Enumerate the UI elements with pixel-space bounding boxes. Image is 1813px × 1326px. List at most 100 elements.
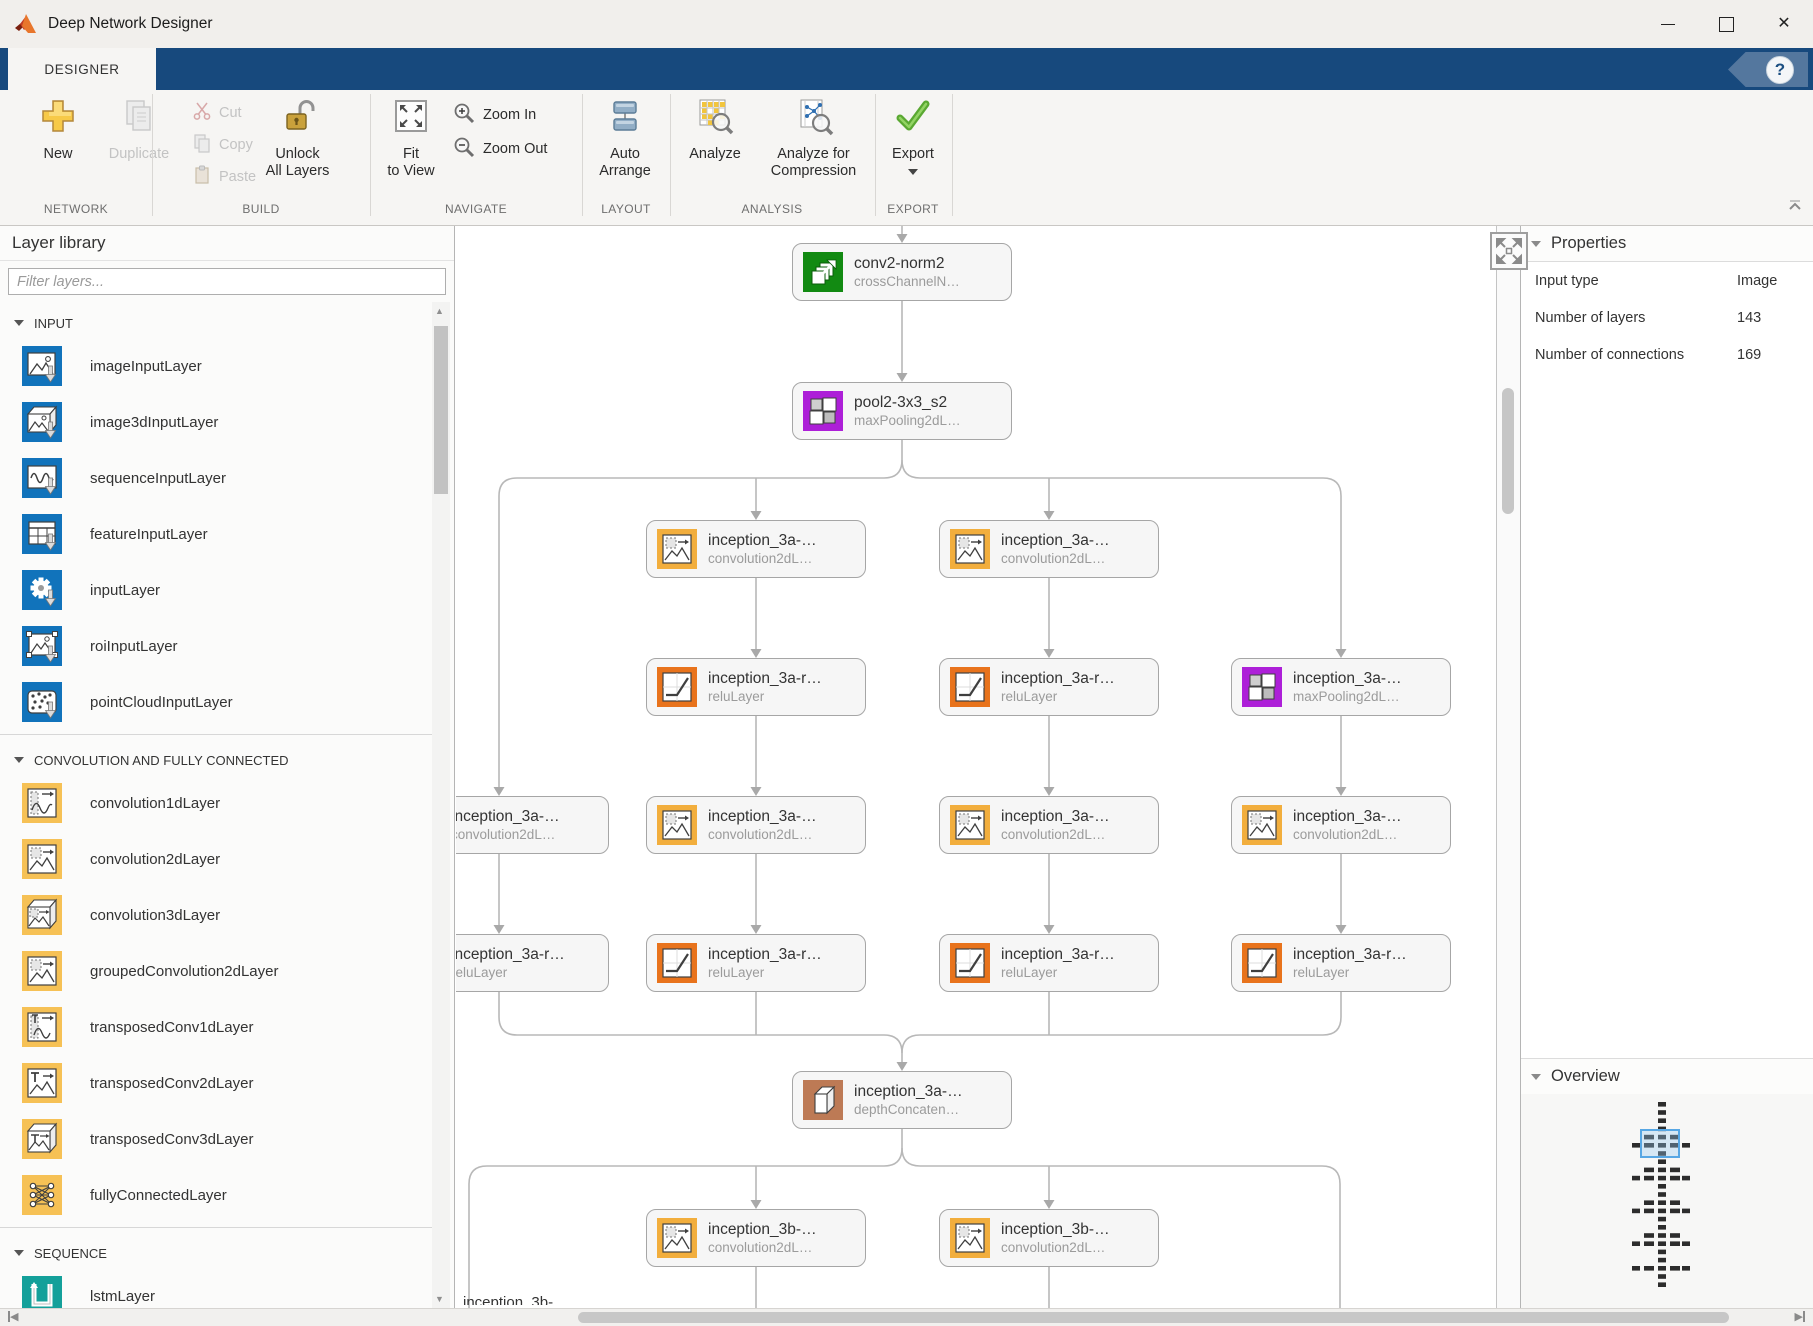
sidebar-scrollbar[interactable]: ▲ ▼ [432,302,450,1308]
ribbon-group-label-analysis: ANALYSIS [741,202,802,216]
node-type: reluLayer [456,965,565,980]
maximize-button[interactable] [1697,0,1755,48]
zoom-in-button[interactable]: Zoom In [452,102,562,128]
layer-item-label: convolution2dLayer [90,851,220,868]
layer-item-sequenceInputLayer[interactable]: sequenceInputLayer [0,450,432,506]
collapse-ribbon-icon[interactable] [1785,198,1805,217]
node-type: reluLayer [1293,965,1407,980]
scroll-up-icon[interactable]: ▲ [435,306,444,316]
ribbon-group-divider [370,94,371,216]
relu-node-icon [657,667,697,707]
layer-node-maxPooling2dL[interactable]: pool2-3x3_s2maxPooling2dL… [792,382,1012,440]
unlock-all-layers-button-label: UnlockAll Layers [266,146,330,180]
unlock-all-layers-button[interactable]: UnlockAll Layers [250,96,345,180]
node-title: inception_3a-r… [1001,670,1115,688]
property-value: 169 [1737,347,1761,363]
layer-item-convolution1dLayer[interactable]: convolution1dLayer [0,775,432,831]
tab-designer[interactable]: DESIGNER [8,48,156,90]
node-type: maxPooling2dL… [854,413,961,428]
canvas-hscrollbar-thumb[interactable] [578,1312,1729,1323]
export-button[interactable]: Export [877,96,949,175]
auto-arrange-button[interactable]: AutoArrange [584,96,666,180]
layer-node-reluLayer[interactable]: inception_3a-r…reluLayer [939,934,1159,992]
layer-item-transposedConv1dLayer[interactable]: transposedConv1dLayer [0,999,432,1055]
new-button[interactable]: New [20,96,96,163]
layer-node-reluLayer[interactable]: inception_3a-r…reluLayer [939,658,1159,716]
layer-node-convolution2dL[interactable]: inception_3a-…convolution2dL… [646,520,866,578]
minimize-button[interactable] [1639,0,1697,48]
layer-node-reluLayer[interactable]: inception_3a-r…reluLayer [646,934,866,992]
expand-canvas-icon[interactable] [1490,232,1528,270]
layer-node-convolution2dL[interactable]: inception_3a-…convolution2dL… [1231,796,1451,854]
analyze-for-compression-button[interactable]: Analyze forCompression [756,96,871,180]
collapse-overview-icon[interactable] [1531,1074,1541,1080]
layer-item-roiInputLayer[interactable]: roiInputLayer [0,618,432,674]
section-collapse-icon [14,320,24,326]
layer-node-maxPooling2dL[interactable]: inception_3a-…maxPooling2dL… [1231,658,1451,716]
ribbon-group-label-build: BUILD [242,202,279,216]
node-type: convolution2dL… [456,827,560,842]
layer-item-lstmLayer[interactable]: lstmLayer [0,1268,432,1308]
relu-node-icon [950,667,990,707]
bottom-scroll-strip: ◀ ▶ [0,1308,1813,1326]
property-value: Image [1737,273,1777,289]
node-title: conv2-norm2 [854,255,960,273]
layer-item-label: pointCloudInputLayer [90,694,233,711]
collapse-properties-icon[interactable] [1531,241,1541,247]
section-header-convolution-and-fully-connected[interactable]: CONVOLUTION AND FULLY CONNECTED [0,739,432,775]
section-header-input[interactable]: INPUT [0,302,432,338]
conv-node-icon [657,529,697,569]
layer-item-convolution3dLayer[interactable]: convolution3dLayer [0,887,432,943]
ribbon-group-label-export: EXPORT [887,202,939,216]
layer-node-convolution2dL[interactable]: inception_3a-…convolution2dL… [456,796,609,854]
layer-node-convolution2dL[interactable]: inception_3a-…convolution2dL… [939,796,1159,854]
duplicate-button[interactable]: Duplicate [96,96,182,163]
node-type: convolution2dL… [1001,1240,1110,1255]
layer-item-fullyConnectedLayer[interactable]: fullyConnectedLayer [0,1167,432,1223]
conv-node-icon [950,805,990,845]
layer-item-pointCloudInputLayer[interactable]: pointCloudInputLayer [0,674,432,730]
layer-node-depthConcaten[interactable]: inception_3a-…depthConcaten… [792,1071,1012,1129]
help-button[interactable]: ? [1728,52,1808,87]
layer-item-label: transposedConv1dLayer [90,1019,253,1036]
layer-node-reluLayer[interactable]: inception_3a-r…reluLayer [456,934,609,992]
layer-node-convolution2dL[interactable]: inception_3a-…convolution2dL… [939,520,1159,578]
conv-node-icon [950,529,990,569]
layer-item-convolution2dLayer[interactable]: convolution2dLayer [0,831,432,887]
sidebar-scrollbar-thumb[interactable] [434,326,448,494]
collapse-right-panel-icon[interactable]: ▶ [1795,1310,1805,1323]
layer-node-convolution2dL[interactable]: inception_3a-…convolution2dL… [646,796,866,854]
layer-node-reluLayer[interactable]: inception_3a-r…reluLayer [646,658,866,716]
layer-node-reluLayer[interactable]: inception_3a-r…reluLayer [1231,934,1451,992]
layer-item-label: imageInputLayer [90,358,202,375]
properties-panel: Properties Input typeImageNumber of laye… [1520,226,1813,1308]
filter-layers-input[interactable] [8,268,446,295]
layer-item-transposedConv2dLayer[interactable]: transposedConv2dLayer [0,1055,432,1111]
layer-item-imageInputLayer[interactable]: imageInputLayer [0,338,432,394]
layer-node-crossChannelN[interactable]: conv2-norm2crossChannelN… [792,243,1012,301]
layer-item-inputLayer[interactable]: inputLayer [0,562,432,618]
canvas-vscrollbar-thumb[interactable] [1502,388,1514,514]
close-button[interactable]: ✕ [1755,0,1813,48]
fit-to-view-button[interactable]: Fitto View [376,96,446,180]
matlab-logo-icon [14,13,38,35]
node-title: inception_3a-r… [1001,946,1115,964]
layer-list: INPUT imageInputLayer image3dInputLayer … [0,302,432,1308]
analyze-button[interactable]: Analyze [676,96,754,163]
scroll-down-icon[interactable]: ▼ [435,1294,444,1304]
layer-item-groupedConvolution2dLayer[interactable]: groupedConvolution2dLayer [0,943,432,999]
convolution2dLayer-icon [22,839,62,879]
layer-item-label: inputLayer [90,582,160,599]
zoom-out-button[interactable]: Zoom Out [452,136,562,162]
layer-item-featureInputLayer[interactable]: featureInputLayer [0,506,432,562]
network-canvas[interactable]: conv2-norm2crossChannelN… pool2-3x3_s2ma… [456,226,1497,1308]
collapse-left-panel-icon[interactable]: ◀ [8,1310,18,1323]
ribbon-group-divider [152,94,153,216]
layer-node-convolution2dL[interactable]: inception_3b-…convolution2dL… [646,1209,866,1267]
section-header-sequence[interactable]: SEQUENCE [0,1232,432,1268]
layer-node-convolution2dL[interactable]: inception_3b-…convolution2dL… [939,1209,1159,1267]
layer-item-image3dInputLayer[interactable]: image3dInputLayer [0,394,432,450]
overview-minimap[interactable] [1521,1094,1813,1308]
export-dropdown-icon[interactable] [908,169,918,175]
layer-item-transposedConv3dLayer[interactable]: transposedConv3dLayer [0,1111,432,1167]
